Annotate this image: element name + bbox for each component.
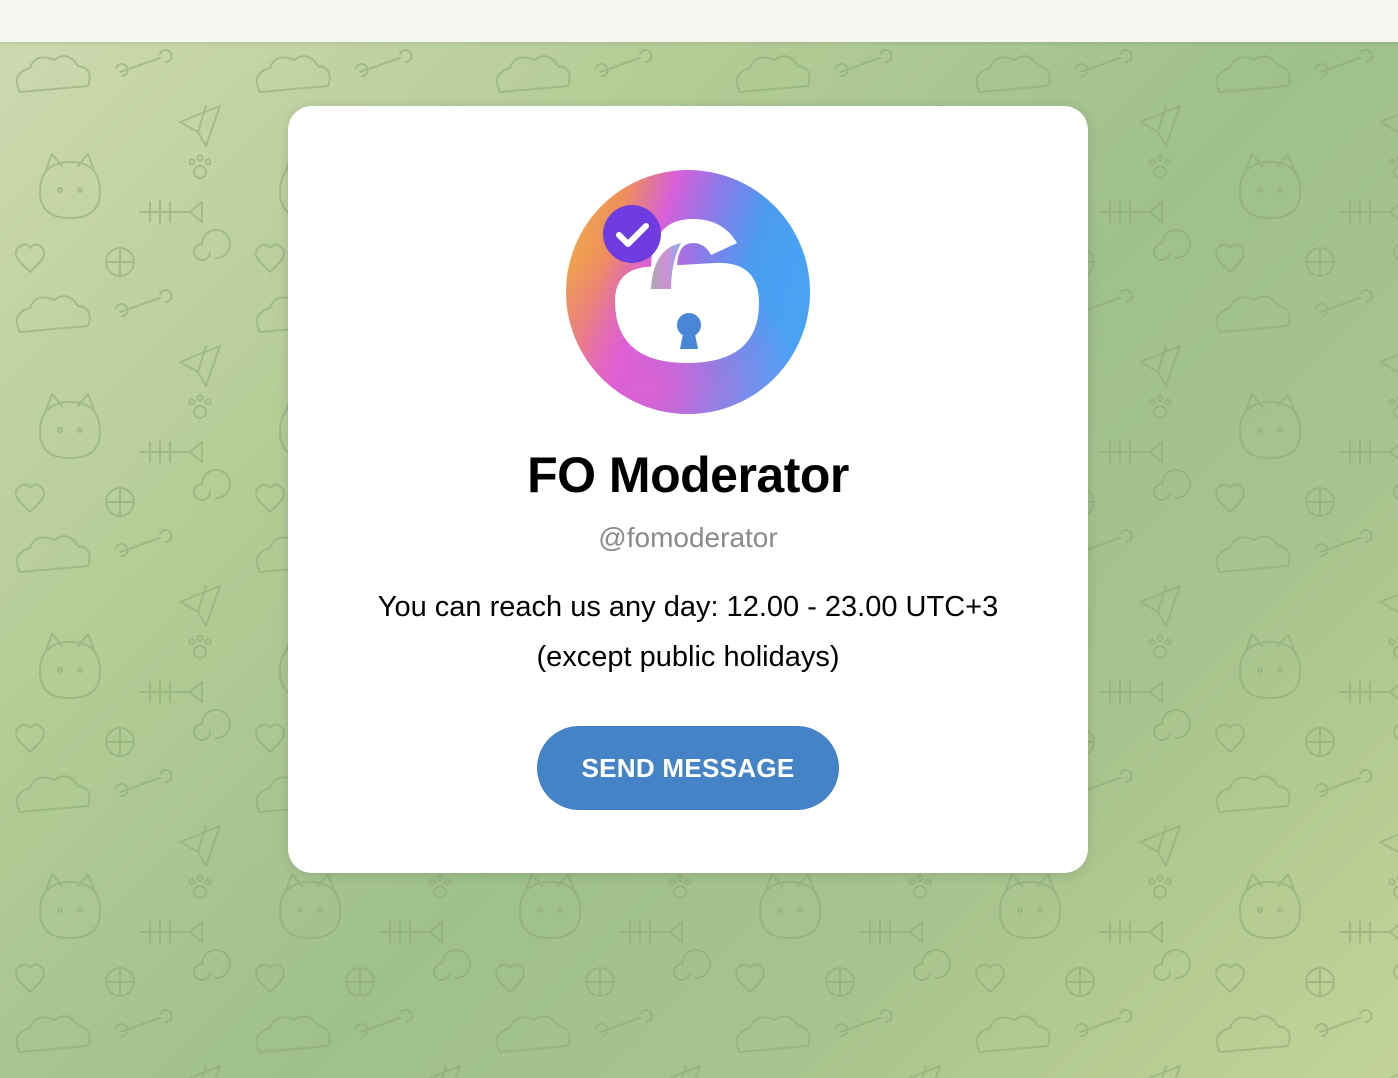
profile-name: FO Moderator — [527, 447, 849, 503]
description-line: You can reach us any day: 12.00 - 23.00 … — [377, 591, 999, 623]
profile-username: @fomoderator — [598, 522, 778, 553]
description-line: (except public holidays) — [536, 641, 840, 673]
send-message-button[interactable]: SEND MESSAGE — [537, 726, 839, 810]
profile-card: FO Moderator @fomoderator You can reach … — [288, 106, 1088, 873]
profile-description: You can reach us any day: 12.00 - 23.00 … — [328, 582, 1048, 682]
page: FO Moderator @fomoderator You can reach … — [0, 0, 1398, 1078]
top-bar — [0, 0, 1398, 42]
verified-check-icon — [603, 205, 661, 263]
